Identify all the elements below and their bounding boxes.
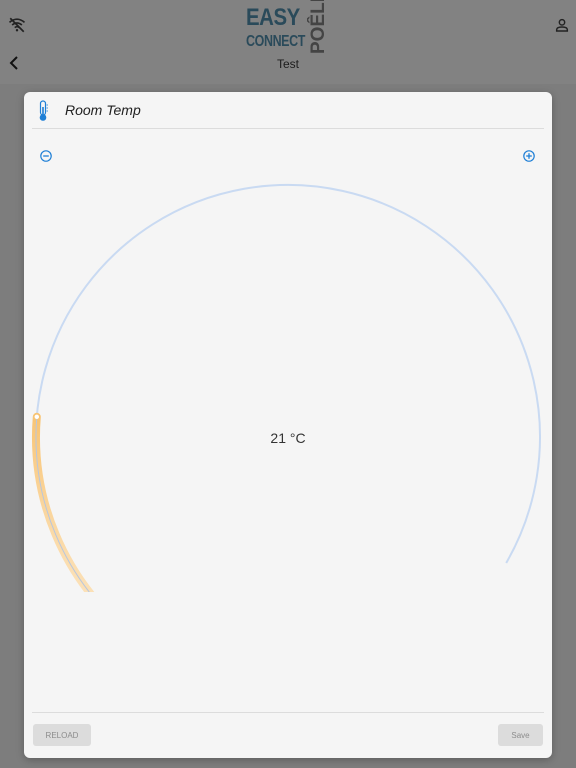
save-button[interactable]: Save [498,724,543,746]
logo-text-easy: EASY [246,4,300,31]
reload-button[interactable]: RELOAD [33,724,91,746]
gauge-handle[interactable] [34,414,39,419]
thermometer-icon [39,100,48,121]
logo-text-poele: POÊLE [308,0,329,54]
room-temp-dialog: Room Temp 21 °C RELOAD Save [24,92,552,758]
footer-divider [32,712,544,713]
user-icon[interactable] [554,17,570,33]
temperature-gauge[interactable] [24,172,552,592]
dialog-title: Room Temp [65,102,141,118]
page-title: Test [276,57,299,71]
dialog-header: Room Temp [32,92,544,129]
plus-circle-icon[interactable] [523,150,535,162]
minus-circle-icon[interactable] [40,150,52,162]
app-logo: EASY CONNECT POÊLE [246,0,332,56]
top-app-bar: EASY CONNECT POÊLE Test [0,0,576,84]
temperature-value: 21 °C [270,430,306,446]
gauge-track [35,183,541,592]
wifi-off-icon[interactable] [8,16,26,34]
logo-text-connect: CONNECT [246,33,305,50]
